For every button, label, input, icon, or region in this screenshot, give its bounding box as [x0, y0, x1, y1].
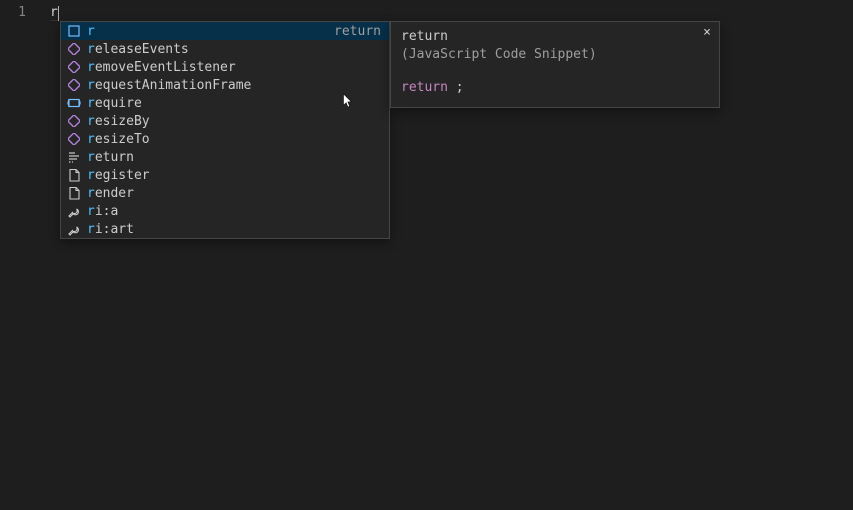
- code-area[interactable]: r: [50, 4, 59, 22]
- suggestion-detail-pane: × return (JavaScript Code Snippet) retur…: [390, 21, 720, 108]
- suggestion-label: requestAnimationFrame: [87, 78, 383, 93]
- suggestion-label: removeEventListener: [87, 60, 383, 75]
- suggestion-item[interactable]: register: [61, 166, 389, 184]
- tool-icon: [67, 222, 81, 236]
- suggestion-item[interactable]: releaseEvents: [61, 40, 389, 58]
- suggestion-label: register: [87, 168, 383, 183]
- suggestion-label: ri:a: [87, 204, 383, 219]
- text-cursor: [58, 6, 60, 21]
- tool-icon: [67, 204, 81, 218]
- detail-code-preview: return ;: [401, 80, 709, 95]
- suggestion-label: resizeBy: [87, 114, 383, 129]
- suggestion-label: ri:art: [87, 222, 383, 237]
- line-number: 1: [0, 4, 26, 22]
- suggestion-hint: return: [334, 24, 381, 39]
- detail-title: return: [401, 28, 709, 46]
- suggestion-label: return: [87, 150, 383, 165]
- suggestion-label: require: [87, 96, 383, 111]
- suggestion-label: render: [87, 186, 383, 201]
- suggestion-item[interactable]: rreturn: [61, 22, 389, 40]
- plain-token: ;: [448, 80, 464, 95]
- variable-icon: [67, 96, 81, 110]
- suggestion-item[interactable]: resizeBy: [61, 112, 389, 130]
- file-icon: [67, 168, 81, 182]
- code-line[interactable]: r: [50, 4, 59, 22]
- code-editor[interactable]: 1 r rreturn releaseEvents removeEventListe…: [0, 0, 853, 510]
- method-icon: [67, 42, 81, 56]
- suggestion-item[interactable]: removeEventListener: [61, 58, 389, 76]
- typed-text: r: [50, 5, 58, 21]
- suggestion-item[interactable]: requestAnimationFrame: [61, 76, 389, 94]
- method-icon: [67, 114, 81, 128]
- keyword-token: return: [401, 80, 448, 95]
- suggestion-label: releaseEvents: [87, 42, 383, 57]
- suggestion-item[interactable]: ri:art: [61, 220, 389, 238]
- line-gutter: 1: [0, 0, 40, 510]
- close-icon[interactable]: ×: [699, 25, 715, 41]
- snippet-icon: [67, 150, 81, 164]
- suggestion-label: resizeTo: [87, 132, 383, 147]
- suggestion-item[interactable]: render: [61, 184, 389, 202]
- file-icon: [67, 186, 81, 200]
- detail-subtitle: (JavaScript Code Snippet): [401, 46, 709, 64]
- suggestion-item[interactable]: require: [61, 94, 389, 112]
- suggestion-item[interactable]: resizeTo: [61, 130, 389, 148]
- method-icon: [67, 78, 81, 92]
- suggestion-item[interactable]: return: [61, 148, 389, 166]
- suggestion-item[interactable]: ri:a: [61, 202, 389, 220]
- keyword-icon: [67, 24, 81, 38]
- method-icon: [67, 60, 81, 74]
- autocomplete-popup[interactable]: rreturn releaseEvents removeEventListener r…: [60, 21, 390, 239]
- method-icon: [67, 132, 81, 146]
